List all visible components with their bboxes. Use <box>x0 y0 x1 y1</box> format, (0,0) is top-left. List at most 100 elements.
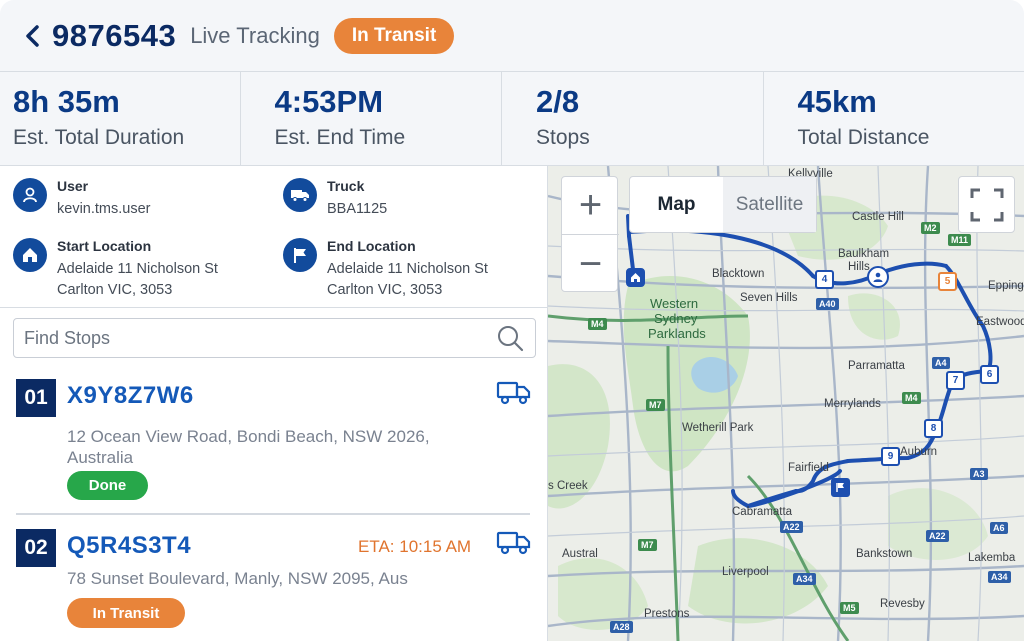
map-place-label: Liverpool <box>722 566 769 578</box>
road-shield: M5 <box>840 602 859 614</box>
map-place-label: Epping <box>988 280 1024 292</box>
map-place-label: s Creek <box>548 480 588 492</box>
map-place-label: Austral <box>562 548 598 560</box>
stat-stops: 2/8 Stops <box>502 72 764 165</box>
stop-code[interactable]: X9Y8Z7W6 <box>67 382 194 410</box>
end-location-info: End Location Adelaide 11 Nicholson St Ca… <box>283 238 488 301</box>
map-place-label: Bankstown <box>856 548 913 560</box>
route-stop-marker[interactable]: 7 <box>946 371 965 390</box>
divider <box>16 513 530 515</box>
end-flag-marker[interactable] <box>831 478 850 497</box>
zoom-control: + − <box>561 176 619 293</box>
stop-status-badge: Done <box>67 471 148 500</box>
stat-label: Est. Total Duration <box>13 126 185 149</box>
map-place-label: Wetherill Park <box>682 422 754 434</box>
end-location-line2: Carlton VIC, 3053 <box>327 282 443 298</box>
road-shield: A6 <box>990 522 1008 534</box>
truck-title: Truck <box>327 178 365 194</box>
fullscreen-button[interactable] <box>958 176 1015 233</box>
truck-icon <box>283 178 317 212</box>
stat-value: 45km <box>797 84 877 119</box>
map-place-label: Western <box>650 296 699 311</box>
end-location-line1: Adelaide 11 Nicholson St <box>327 261 488 277</box>
status-badge: In Transit <box>333 17 455 54</box>
map-place-label: Parramatta <box>848 360 905 372</box>
end-location-value: Adelaide 11 Nicholson St Carlton VIC, 30… <box>327 259 488 301</box>
route-stop-marker[interactable]: 8 <box>924 419 943 438</box>
start-location-value: Adelaide 11 Nicholson St Carlton VIC, 30… <box>57 259 218 301</box>
truck-value: BBA1125 <box>327 201 388 217</box>
satellite-view-button[interactable]: Satellite <box>723 177 816 232</box>
stat-label: Stops <box>536 126 590 149</box>
map-place-label: Parklands <box>648 326 706 341</box>
map-place-label: Sydney <box>654 311 698 326</box>
zoom-in-button[interactable]: + <box>562 177 619 235</box>
road-shield: A40 <box>816 298 839 310</box>
map-place-label: Castle Hill <box>852 211 904 223</box>
stat-distance: 45km Total Distance <box>764 72 1024 165</box>
road-shield: M2 <box>921 222 940 234</box>
stat-duration: 8h 35m Est. Total Duration <box>0 72 241 165</box>
stop-code[interactable]: Q5R4S3T4 <box>67 532 191 560</box>
user-icon <box>13 178 47 212</box>
start-home-marker[interactable] <box>626 268 645 287</box>
start-location-line2: Carlton VIC, 3053 <box>57 282 173 298</box>
stat-value: 8h 35m <box>13 84 120 119</box>
user-location-marker[interactable] <box>867 266 889 288</box>
road-shield: A34 <box>793 573 816 585</box>
map-place-label: Hills <box>848 261 870 273</box>
truck-icon <box>496 531 531 555</box>
stop-status-badge: In Transit <box>67 598 185 628</box>
start-location-info: Start Location Adelaide 11 Nicholson St … <box>13 238 218 301</box>
find-stops-search <box>13 318 536 358</box>
map-place-label: Revesby <box>880 598 925 610</box>
user-value: kevin.tms.user <box>57 201 151 217</box>
route-stop-marker[interactable]: 5 <box>938 272 957 291</box>
truck-icon <box>496 381 531 405</box>
road-shield: A28 <box>610 621 633 633</box>
trip-info: User kevin.tms.user Truck BBA1125 Start … <box>0 166 547 308</box>
live-tracking-label: Live Tracking <box>190 22 320 48</box>
stat-end-time: 4:53PM Est. End Time <box>241 72 502 165</box>
stat-label: Est. End Time <box>274 126 406 149</box>
zoom-out-button[interactable]: − <box>562 235 619 293</box>
route-stop-marker[interactable]: 9 <box>881 447 900 466</box>
order-id: 9876543 <box>52 17 177 53</box>
road-shield: M11 <box>948 234 972 246</box>
route-stop-marker[interactable]: 6 <box>980 365 999 384</box>
stat-label: Total Distance <box>797 126 930 149</box>
road-shield: A3 <box>970 468 988 480</box>
stop-address: 12 Ocean View Road, Bondi Beach, NSW 202… <box>67 427 430 467</box>
map-place-label: Lakemba <box>968 552 1016 564</box>
route-map[interactable]: 4 5 6 7 8 9 Kellyville Castle Hill Baulk… <box>548 166 1024 641</box>
map-place-label: Merrylands <box>824 398 881 410</box>
truck-info: Truck BBA1125 <box>283 178 387 220</box>
route-stop-marker[interactable]: 4 <box>815 270 834 289</box>
stop-number: 02 <box>16 529 56 567</box>
find-stops-input[interactable] <box>24 327 495 349</box>
map-type-toggle: Map Satellite <box>629 176 817 233</box>
road-shield: M4 <box>588 318 607 330</box>
road-shield: M4 <box>902 392 921 404</box>
fullscreen-icon <box>970 188 1003 221</box>
stat-value: 2/8 <box>536 84 580 119</box>
home-icon <box>13 238 47 272</box>
end-location-title: End Location <box>327 238 416 254</box>
map-view-button[interactable]: Map <box>630 177 723 232</box>
map-place-label: Prestons <box>644 608 690 620</box>
map-place-label: Auburn <box>900 446 938 458</box>
stop-eta: ETA: 10:15 AM <box>358 537 472 556</box>
road-shield: M7 <box>638 539 657 551</box>
user-info: User kevin.tms.user <box>13 178 150 220</box>
road-shield: A22 <box>780 521 803 533</box>
back-arrow-icon[interactable] <box>20 21 44 51</box>
road-shield: A34 <box>988 571 1011 583</box>
search-icon[interactable] <box>495 323 525 353</box>
start-location-line1: Adelaide 11 Nicholson St <box>57 261 218 277</box>
road-shield: A22 <box>926 530 949 542</box>
flag-icon <box>283 238 317 272</box>
start-location-title: Start Location <box>57 238 152 254</box>
map-place-label: Blacktown <box>712 268 765 280</box>
map-place-label: Fairfield <box>788 462 829 474</box>
map-place-label: Baulkham <box>838 248 890 260</box>
